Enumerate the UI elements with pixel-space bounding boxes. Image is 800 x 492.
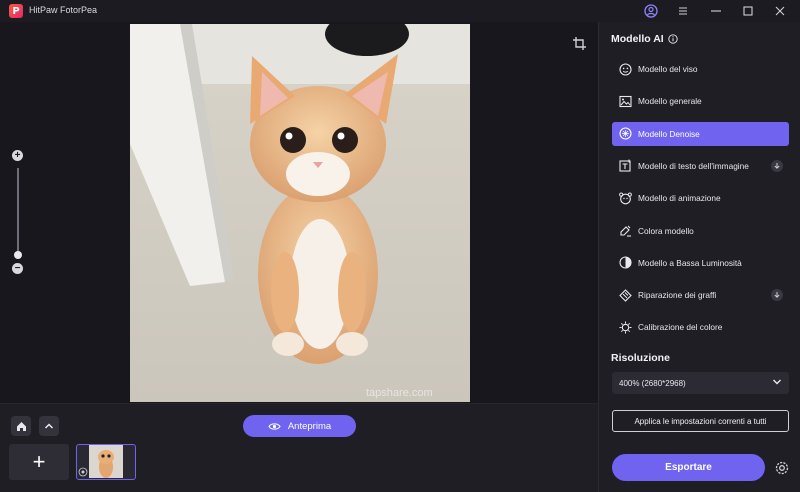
model-header-label: Modello AI [611, 33, 664, 45]
settings-gear-icon[interactable] [773, 459, 791, 477]
canvas-area: tapshare.com + − [0, 22, 598, 403]
kitten-photo: tapshare.com [130, 24, 470, 402]
model-item-label: Modello di animazione [638, 193, 721, 204]
minimize-icon[interactable] [706, 2, 726, 20]
app-title: HitPaw FotorPea [29, 5, 98, 15]
model-item-label: Modello generale [638, 96, 702, 107]
colorize-icon [618, 224, 632, 238]
close-icon[interactable] [770, 2, 790, 20]
model-item-label: Modello a Bassa Luminosità [638, 257, 742, 268]
home-button[interactable] [11, 416, 31, 436]
model-item[interactable]: Modello di testo dell'immagine [612, 154, 789, 178]
collapse-button[interactable] [39, 416, 59, 436]
menu-icon[interactable] [673, 2, 693, 20]
chevron-down-icon [773, 379, 781, 385]
scratch-repair-icon [618, 288, 632, 302]
model-item[interactable]: Modello generale [612, 89, 789, 113]
export-button[interactable]: Esportare [612, 454, 765, 481]
title-bar: P HitPaw FotorPea [0, 0, 800, 22]
model-item[interactable]: Modello del viso [612, 57, 789, 81]
info-icon[interactable] [668, 34, 678, 44]
model-item[interactable]: Modello a Bassa Luminosità [612, 251, 789, 275]
chevron-up-icon [44, 423, 54, 429]
model-item-label: Riparazione dei graffi [638, 290, 717, 301]
model-item-label: Modello di testo dell'immagine [638, 160, 749, 171]
bottom-toolbar: Anteprima + [0, 403, 598, 492]
resolution-value: 400% (2680*2968) [619, 378, 686, 388]
model-item-label: Modello Denoise [638, 128, 700, 139]
model-item[interactable]: Colora modello [612, 219, 789, 243]
maximize-icon[interactable] [738, 2, 758, 20]
denoise-icon [618, 127, 632, 141]
model-header: Modello AI [611, 33, 678, 45]
app-logo: P [9, 4, 23, 18]
apply-to-all-button[interactable]: Applica le impostazioni correnti a tutti [612, 410, 789, 432]
zoom-in-icon[interactable]: + [12, 150, 23, 161]
zoom-out-icon[interactable]: − [12, 263, 23, 274]
account-icon[interactable] [641, 2, 661, 20]
app-window: P HitPaw FotorPea tapshare.com + − Antep… [0, 0, 800, 492]
crop-icon[interactable] [572, 36, 588, 52]
image-thumbnail[interactable] [76, 444, 136, 480]
model-item-label: Modello del viso [638, 64, 698, 74]
resolution-header: Risoluzione [611, 352, 670, 364]
zoom-slider-track[interactable] [17, 168, 19, 256]
color-calibration-icon [618, 320, 632, 334]
face-icon [618, 62, 632, 76]
home-icon [16, 421, 26, 431]
model-item-label: Calibrazione del colore [638, 322, 723, 333]
animation-icon [618, 191, 632, 205]
eye-icon [268, 422, 281, 430]
download-icon[interactable] [771, 289, 783, 302]
preview-button[interactable]: Anteprima [243, 415, 356, 437]
model-item[interactable]: Calibrazione del colore [612, 315, 789, 339]
preview-label: Anteprima [287, 420, 332, 432]
add-image-button[interactable]: + [9, 444, 69, 480]
text-image-icon [618, 159, 632, 173]
image-icon [618, 94, 632, 108]
model-item[interactable]: Modello di animazione [612, 186, 789, 210]
zoom-slider-handle[interactable] [14, 251, 22, 259]
model-item[interactable]: Riparazione dei graffi [612, 283, 789, 307]
model-item[interactable]: Modello Denoise [612, 121, 789, 146]
resolution-select[interactable]: 400% (2680*2968) [612, 372, 789, 394]
download-icon[interactable] [771, 159, 783, 172]
model-item-label: Colora modello [638, 225, 694, 236]
ai-model-panel: Modello AI Modello del viso Modello gener… [598, 22, 800, 492]
low-light-icon [618, 256, 632, 270]
watermark-text: tapshare.com [366, 387, 433, 399]
